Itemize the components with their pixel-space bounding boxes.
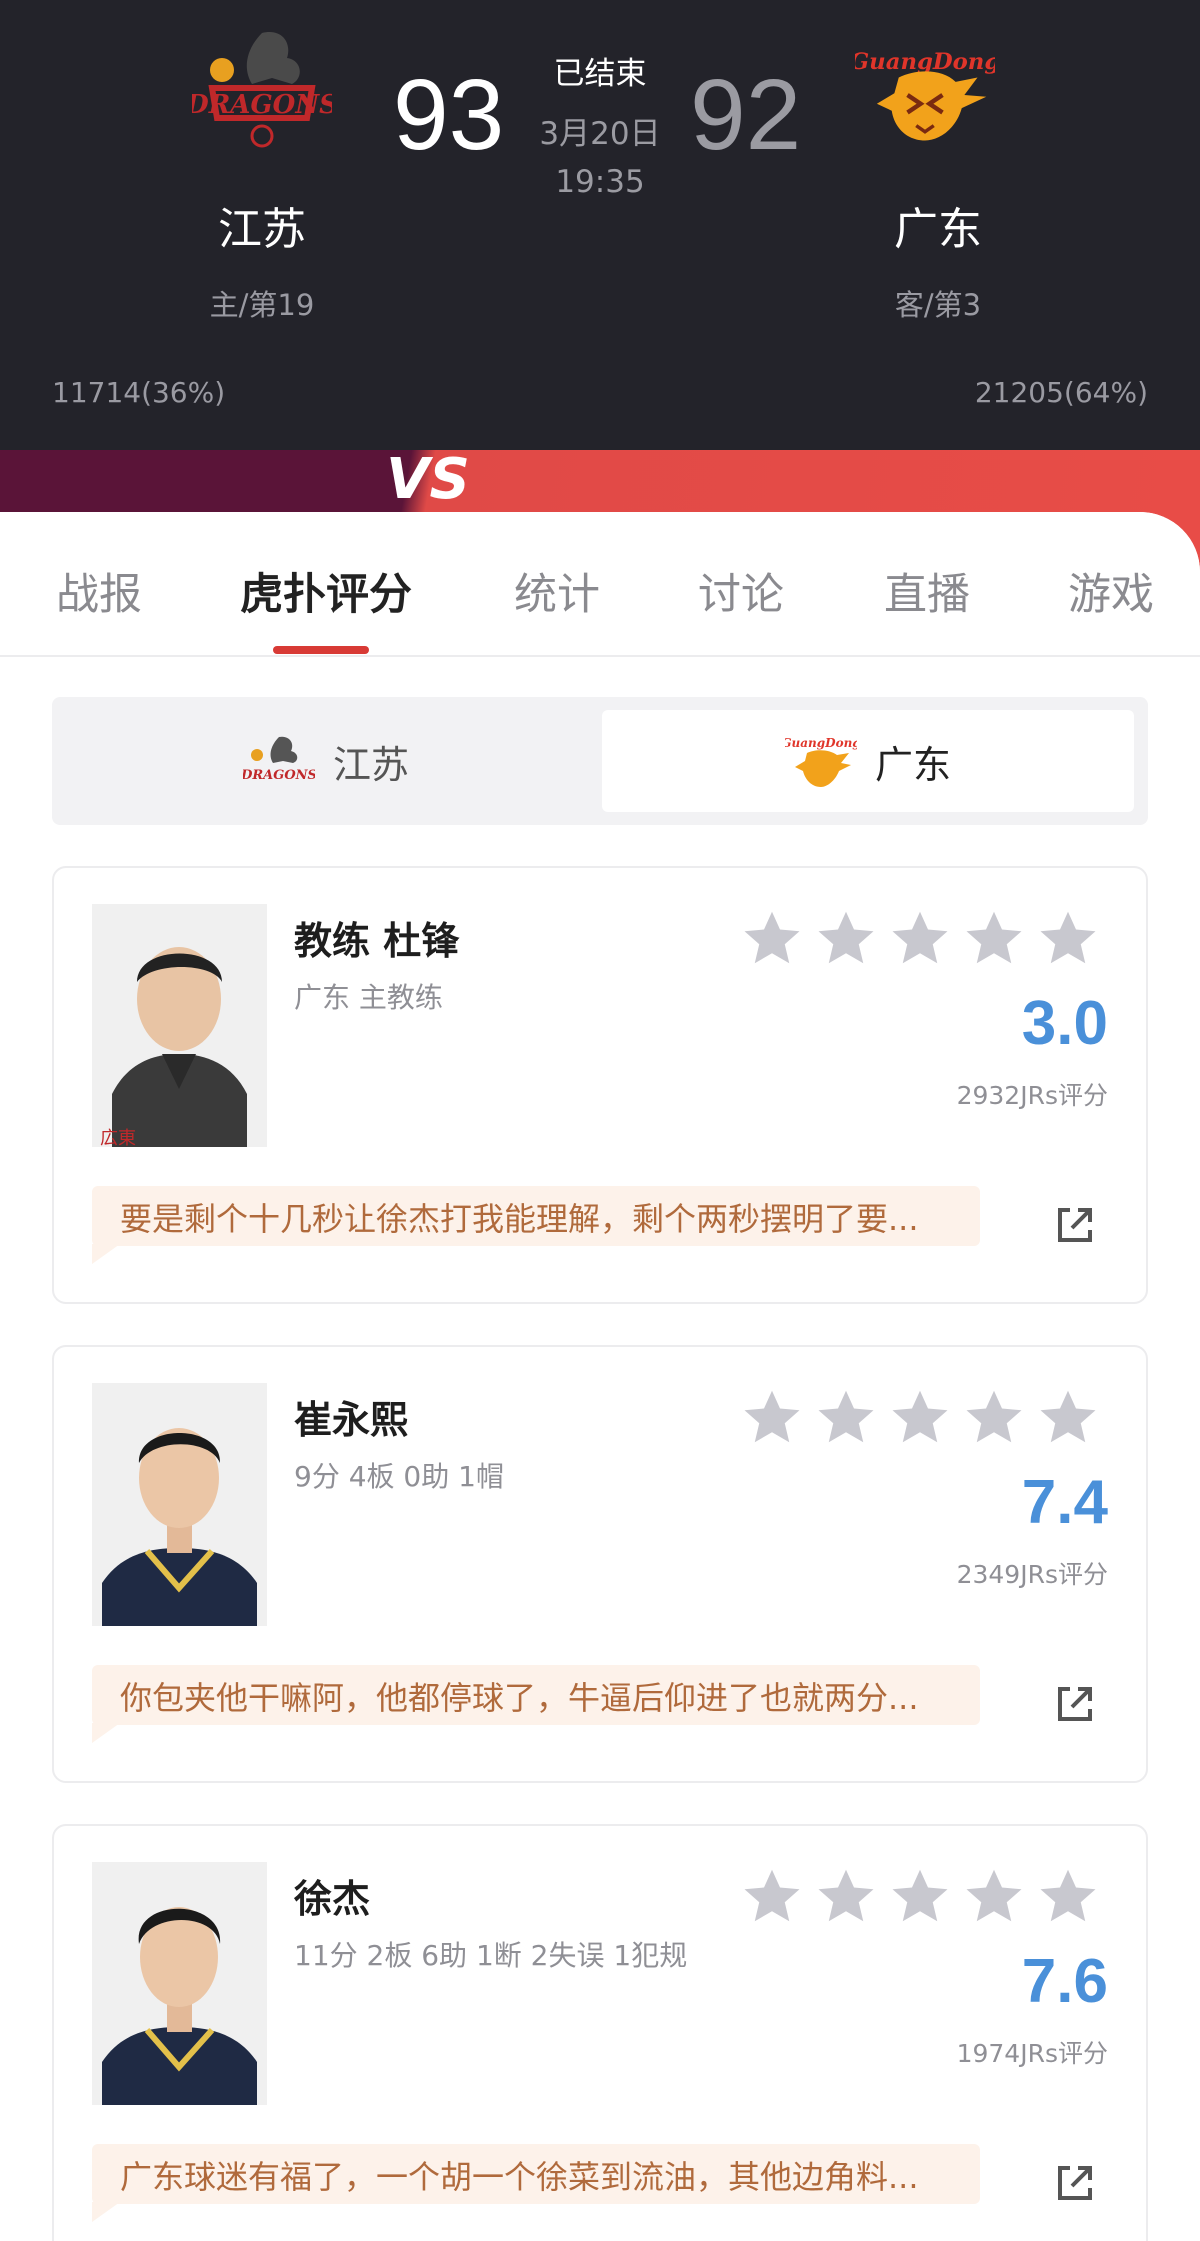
rating-stars[interactable] [742,908,1098,968]
rating-stars[interactable] [742,1866,1098,1926]
player-card[interactable]: 徐杰 11分 2板 6助 1断 2失误 1犯规 7.6 1974JRs评分 广东… [52,1824,1148,2241]
top-comment[interactable]: 广东球迷有福了，一个胡一个徐菜到流油，其他边角料... [92,2144,980,2204]
player-rating: 7.4 [1021,1468,1108,1537]
star-icon[interactable] [964,908,1024,968]
rating-stars[interactable] [742,1387,1098,1447]
away-team-name[interactable]: 广东 [808,193,1068,257]
svg-text:広東: 広東 [100,1128,136,1147]
star-icon[interactable] [816,1387,876,1447]
star-icon[interactable] [816,1866,876,1926]
rating-votes: 1974JRs评分 [956,2039,1108,2068]
home-score: 93 [393,59,505,171]
player-info: 广东 主教练 [294,981,443,1014]
team-switcher: DRAGONS 江苏 GuangDong 广东 [52,697,1148,825]
jiangsu-dragons-logo: DRAGONS [192,32,332,148]
player-avatar [92,1383,267,1626]
switch-home-label: 江苏 [332,742,409,787]
match-date: 3月20日 [539,116,661,152]
switch-away-label: 广东 [874,742,951,787]
svg-text:GuangDong: GuangDong [785,736,857,750]
home-team-rank: 主/第19 [209,288,315,322]
top-comment[interactable]: 要是剩个十几秒让徐杰打我能理解，剩个两秒摆明了要... [92,1186,980,1246]
star-icon[interactable] [890,908,950,968]
switch-away-team[interactable]: GuangDong 广东 [602,710,1134,812]
rating-votes: 2349JRs评分 [956,1560,1108,1589]
player-info: 9分 4板 0助 1帽 [294,1460,504,1493]
svg-text:DRAGONS: DRAGONS [243,768,315,783]
vs-icon: VS [388,447,468,512]
switch-home-team[interactable]: DRAGONS 江苏 [52,710,600,812]
match-status: 已结束 [553,56,647,92]
star-icon[interactable] [742,1387,802,1447]
match-time: 19:35 [555,164,645,200]
player-avatar: 広東 [92,904,267,1147]
star-icon[interactable] [742,1866,802,1926]
guangdong-tigers-logo: GuangDong [855,49,995,141]
player-card[interactable]: 広東 教练 杜锋 广东 主教练 3.0 2932JRs评分 要是剩个十几秒让徐杰… [52,866,1148,1304]
away-support-count: 21205(64%) [974,376,1148,409]
star-icon[interactable] [742,908,802,968]
star-icon[interactable] [890,1866,950,1926]
player-rating: 3.0 [1021,989,1108,1058]
player-name: 教练 杜锋 [294,919,460,963]
share-icon[interactable] [1050,1681,1098,1729]
vs-support-bar [0,450,1200,512]
share-icon[interactable] [1050,2160,1098,2208]
svg-text:VS: VS [388,447,468,512]
comment-tail [92,1244,120,1264]
share-icon[interactable] [1050,1202,1098,1250]
svg-text:DRAGONS: DRAGONS [192,90,332,120]
star-icon[interactable] [1038,1866,1098,1926]
player-rating: 7.6 [1021,1947,1108,2016]
player-avatar [92,1862,267,2105]
rating-votes: 2932JRs评分 [956,1081,1108,1110]
svg-text:GuangDong: GuangDong [855,49,995,75]
star-icon[interactable] [890,1387,950,1447]
active-tab-indicator [273,646,369,654]
away-team-rank: 客/第3 [894,288,982,322]
star-icon[interactable] [816,908,876,968]
tab-stats[interactable]: 统计 [514,560,600,622]
player-card[interactable]: 崔永熙 9分 4板 0助 1帽 7.4 2349JRs评分 你包夹他干嘛阿，他都… [52,1345,1148,1783]
star-icon[interactable] [1038,1387,1098,1447]
star-icon[interactable] [1038,908,1098,968]
home-team-name[interactable]: 江苏 [132,193,392,257]
tab-bar: 战报 虎扑评分 统计 讨论 直播 游戏 [0,512,1200,657]
comment-tail [92,2202,120,2222]
home-support-count: 11714(36%) [52,376,226,409]
guangdong-mini-logo: GuangDong [785,736,857,787]
tab-report[interactable]: 战报 [56,560,142,622]
top-comment[interactable]: 你包夹他干嘛阿，他都停球了，牛逼后仰进了也就两分... [92,1665,980,1725]
player-info: 11分 2板 6助 1断 2失误 1犯规 [294,1939,688,1972]
player-name: 徐杰 [294,1877,371,1921]
match-header: DRAGONS 江苏 主/第19 93 已结束 3月20日 19:35 92 G… [0,0,1200,450]
star-icon[interactable] [964,1866,1024,1926]
star-icon[interactable] [964,1387,1024,1447]
comment-tail [92,1723,120,1743]
tab-discussion[interactable]: 讨论 [698,560,784,622]
player-name: 崔永熙 [294,1398,409,1442]
tab-live[interactable]: 直播 [884,560,970,622]
jiangsu-mini-logo: DRAGONS [243,736,315,783]
tab-games[interactable]: 游戏 [1068,560,1154,622]
tab-hupu-rating[interactable]: 虎扑评分 [240,560,412,622]
away-score: 92 [690,59,802,171]
